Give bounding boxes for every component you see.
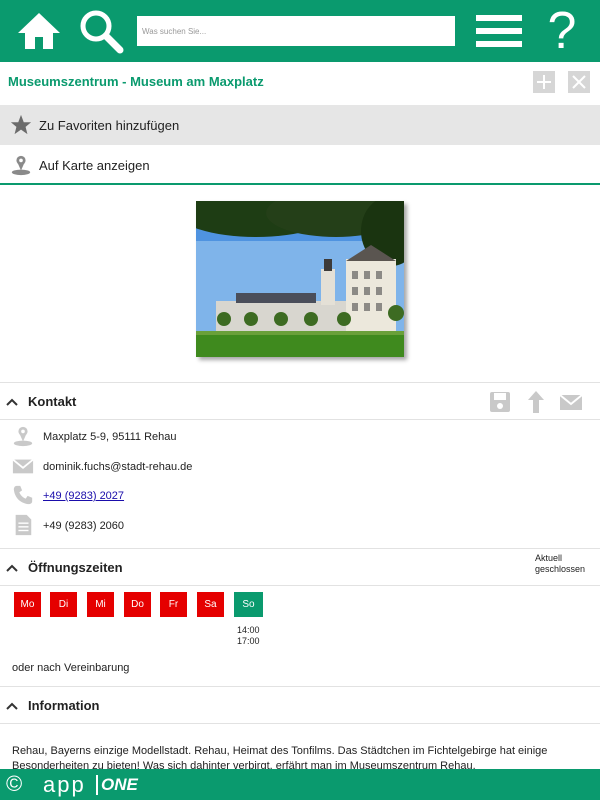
help-icon[interactable]: ? <box>536 0 588 62</box>
status-line-1: Aktuell <box>535 553 563 563</box>
envelope-icon <box>12 458 34 474</box>
brand-separator <box>96 775 98 795</box>
day-di: Di <box>50 592 77 617</box>
sunday-open-time: 14:00 <box>237 625 260 635</box>
document-icon <box>15 514 32 536</box>
opening-hours-title: Öffnungszeiten <box>28 560 123 575</box>
share-icon[interactable] <box>524 390 548 414</box>
contact-fax-row: +49 (9283) 2060 <box>0 512 600 540</box>
show-on-map-button[interactable]: Auf Karte anzeigen <box>0 145 600 185</box>
phone-icon <box>13 485 33 505</box>
information-title: Information <box>28 698 100 713</box>
day-sa: Sa <box>197 592 224 617</box>
show-on-map-label: Auf Karte anzeigen <box>39 158 150 173</box>
chevron-up-icon <box>6 398 18 406</box>
add-favorite-label: Zu Favoriten hinzufügen <box>39 118 180 133</box>
kontakt-section-header[interactable]: Kontakt <box>0 382 600 420</box>
star-icon <box>10 114 32 135</box>
brand-logo-bold: ONE <box>101 775 138 794</box>
chevron-up-icon <box>6 702 18 710</box>
home-icon[interactable] <box>12 0 66 62</box>
chevron-up-icon <box>6 564 18 572</box>
close-icon <box>572 75 586 89</box>
add-favorite-button[interactable]: Zu Favoriten hinzufügen <box>0 105 600 145</box>
menu-icon[interactable] <box>472 0 526 62</box>
top-bar: ? <box>0 0 600 62</box>
email-text[interactable]: dominik.fuchs@stadt-rehau.de <box>43 461 192 473</box>
map-pin-icon <box>13 426 33 447</box>
fax-text: +49 (9283) 2060 <box>43 520 125 532</box>
page-title: Museumszentrum - Museum am Maxplatz <box>8 74 264 89</box>
museum-photo <box>196 201 404 357</box>
contact-email-row: dominik.fuchs@stadt-rehau.de <box>0 453 600 481</box>
footer-bar: © app ONE <box>0 769 600 800</box>
title-row: Museumszentrum - Museum am Maxplatz <box>0 62 600 104</box>
day-do: Do <box>124 592 151 617</box>
search-icon[interactable] <box>76 0 126 62</box>
copyright-icon: © <box>6 771 23 796</box>
map-pin-icon <box>11 155 31 176</box>
contact-phone-row: +49 (9283) 2027 <box>0 482 600 510</box>
address-text: Maxplatz 5-9, 95111 Rehau <box>43 431 177 443</box>
phone-link[interactable]: +49 (9283) 2027 <box>43 490 124 502</box>
day-mo: Mo <box>14 592 41 617</box>
day-so: So <box>234 592 263 617</box>
mail-icon[interactable] <box>559 390 583 414</box>
search-input[interactable] <box>137 16 455 46</box>
close-button[interactable] <box>568 71 590 93</box>
opening-hours-section-header[interactable]: Öffnungszeiten <box>0 548 600 586</box>
contact-address-row: Maxplatz 5-9, 95111 Rehau <box>0 423 600 451</box>
sunday-hours: 14:00 17:00 <box>237 625 260 647</box>
information-section-header[interactable]: Information <box>0 686 600 724</box>
kontakt-title: Kontakt <box>28 394 77 409</box>
brand-logo-light: app <box>43 772 86 797</box>
status-line-2: geschlossen <box>535 564 586 574</box>
day-fr: Fr <box>160 592 187 617</box>
save-contact-icon[interactable] <box>488 390 512 414</box>
day-mi: Mi <box>87 592 114 617</box>
open-status: Aktuell geschlossen <box>535 553 585 575</box>
expand-button[interactable] <box>533 71 555 93</box>
sunday-close-time: 17:00 <box>237 636 260 646</box>
appointment-note: oder nach Vereinbarung <box>12 662 130 674</box>
plus-icon <box>537 75 551 89</box>
